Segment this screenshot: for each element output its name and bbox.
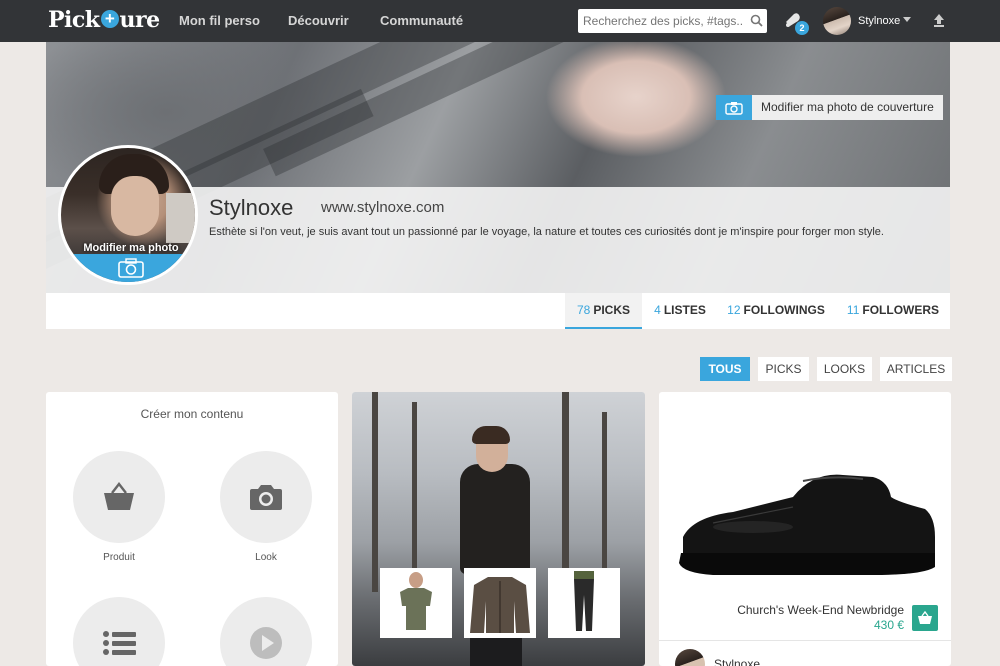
profile-bio: Esthète si l'on veut, je suis avant tout… [209, 226, 884, 238]
camera-icon [250, 485, 282, 510]
basket-icon [918, 611, 932, 624]
create-video-button[interactable] [220, 597, 312, 666]
create-product-button[interactable] [73, 451, 165, 543]
notification-badge: 2 [795, 21, 809, 35]
filter-tous[interactable]: TOUS [700, 357, 750, 381]
username: Stylnoxe [858, 15, 901, 27]
create-look-button[interactable] [220, 451, 312, 543]
list-icon [103, 631, 136, 655]
basket-icon [104, 482, 134, 510]
look-items [380, 568, 620, 638]
filter-picks[interactable]: PICKS [758, 357, 809, 381]
nav-link-mon-fil-perso[interactable]: Mon fil perso [179, 13, 260, 28]
add-to-cart-button[interactable] [912, 605, 938, 631]
avatar[interactable] [675, 649, 705, 666]
tab-followers[interactable]: 11 FOLLOWERS [843, 293, 943, 329]
tab-listes[interactable]: 4 LISTES [644, 293, 716, 329]
profile-tabs: 78 PICKS 4 LISTES 12 FOLLOWINGS 11 FOLLOWERS [46, 293, 950, 329]
search-box [578, 9, 767, 33]
product-name[interactable]: Church's Week-End Newbridge [659, 603, 904, 617]
look-item-jacket[interactable] [464, 568, 536, 638]
search-input[interactable] [578, 9, 743, 33]
filter-looks[interactable]: LOOKS [817, 357, 872, 381]
product-author: Stylnoxe [659, 640, 951, 666]
product-price: 430 € [873, 618, 904, 632]
look-card[interactable] [352, 392, 645, 666]
logo[interactable]: Pick + ure [48, 7, 160, 33]
edit-cover-label: Modifier ma photo de couverture [752, 95, 943, 120]
tab-picks[interactable]: 78 PICKS [565, 293, 642, 329]
nav-link-communaute[interactable]: Communauté [380, 13, 463, 28]
edit-photo-band[interactable] [61, 254, 195, 282]
edit-cover-button[interactable]: Modifier ma photo de couverture [716, 95, 943, 120]
search-icon[interactable] [750, 14, 763, 27]
create-product-label: Produit [103, 552, 135, 563]
caret-down-icon [903, 17, 911, 22]
play-icon [250, 627, 282, 659]
create-list-button[interactable] [73, 597, 165, 666]
avatar [823, 7, 851, 35]
create-look-label: Look [255, 552, 277, 563]
nav-link-decouvrir[interactable]: Découvrir [288, 13, 349, 28]
product-image[interactable] [673, 467, 937, 582]
profile-name: Stylnoxe [209, 195, 294, 220]
camera-icon [725, 101, 743, 115]
edit-photo-label: Modifier ma photo [83, 242, 179, 254]
create-content-card: Créer mon contenu Produit Look [46, 392, 338, 666]
camera-icon [118, 258, 144, 278]
tab-followings[interactable]: 12 FOLLOWINGS [722, 293, 830, 329]
notifications-button[interactable]: 2 [783, 10, 809, 36]
look-item-pants[interactable] [548, 568, 620, 638]
filter-articles[interactable]: ARTICLES [880, 357, 952, 381]
profile-picture[interactable]: Modifier ma photo [58, 145, 198, 285]
author-name[interactable]: Stylnoxe [714, 657, 760, 666]
product-card[interactable]: Church's Week-End Newbridge 430 € Stylno… [659, 392, 951, 666]
upload-icon[interactable] [932, 13, 946, 27]
top-nav: Pick + ure Mon fil perso Découvrir Communa… [0, 0, 1000, 42]
profile-website[interactable]: www.stylnoxe.com [321, 199, 444, 216]
look-item-tshirt[interactable] [380, 568, 452, 638]
create-content-title: Créer mon contenu [140, 407, 244, 421]
background-building [166, 193, 195, 243]
